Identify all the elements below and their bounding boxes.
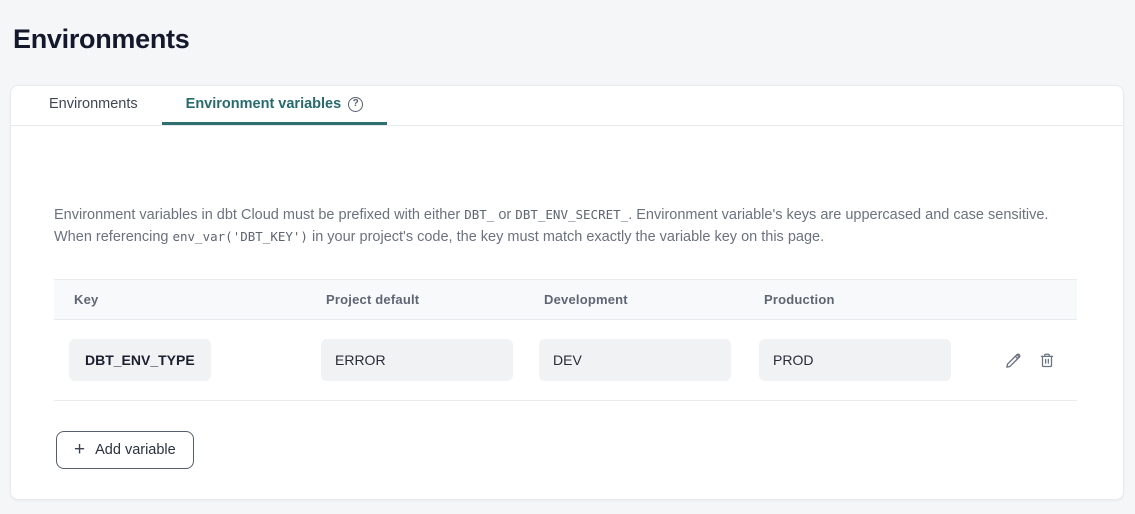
column-header-key: Key <box>54 292 321 307</box>
add-variable-button[interactable]: + Add variable <box>56 431 194 469</box>
tab-environment-variables[interactable]: Environment variables ? <box>162 86 388 125</box>
production-cell: PROD <box>759 339 1004 381</box>
code-env-var-example: env_var('DBT_KEY') <box>172 229 307 244</box>
environment-variables-table: Key Project default Development Producti… <box>54 279 1077 401</box>
table-row: DBT_ENV_TYPE ERROR DEV PROD <box>54 320 1077 401</box>
tab-panel-content: Environment variables in dbt Cloud must … <box>11 126 1123 469</box>
description-text: Environment variables in dbt Cloud must … <box>54 204 1077 248</box>
development-cell: DEV <box>539 339 759 381</box>
project-default-value[interactable]: ERROR <box>321 339 513 381</box>
environment-variables-card: Environments Environment variables ? Env… <box>10 85 1124 500</box>
column-header-project-default: Project default <box>321 292 539 307</box>
description-seg1: Environment variables in dbt Cloud must … <box>54 207 464 223</box>
add-variable-label: Add variable <box>95 442 176 458</box>
trash-icon <box>1038 351 1056 370</box>
delete-variable-button[interactable] <box>1038 351 1056 370</box>
description-seg4: in your project's code, the key must mat… <box>308 229 824 245</box>
tab-bar: Environments Environment variables ? <box>11 86 1123 126</box>
plus-icon: + <box>74 440 85 459</box>
project-default-cell: ERROR <box>321 339 539 381</box>
tab-environment-variables-label: Environment variables <box>186 96 342 112</box>
variable-key-value: DBT_ENV_TYPE <box>69 339 211 381</box>
column-header-production: Production <box>759 292 1004 307</box>
edit-variable-button[interactable] <box>1004 351 1023 370</box>
table-header-row: Key Project default Development Producti… <box>54 279 1077 320</box>
help-circle-icon[interactable]: ? <box>348 97 363 112</box>
column-header-development: Development <box>539 292 759 307</box>
pencil-icon <box>1004 351 1023 370</box>
row-actions <box>1004 351 1078 370</box>
code-dbt-env-secret-prefix: DBT_ENV_SECRET_ <box>515 207 628 222</box>
key-cell: DBT_ENV_TYPE <box>54 339 321 381</box>
tab-environments-label: Environments <box>49 96 138 112</box>
code-dbt-prefix: DBT_ <box>464 207 494 222</box>
production-value[interactable]: PROD <box>759 339 951 381</box>
description-seg2: or <box>494 207 515 223</box>
development-value[interactable]: DEV <box>539 339 731 381</box>
page-title: Environments <box>13 24 189 55</box>
tab-environments[interactable]: Environments <box>25 86 162 125</box>
